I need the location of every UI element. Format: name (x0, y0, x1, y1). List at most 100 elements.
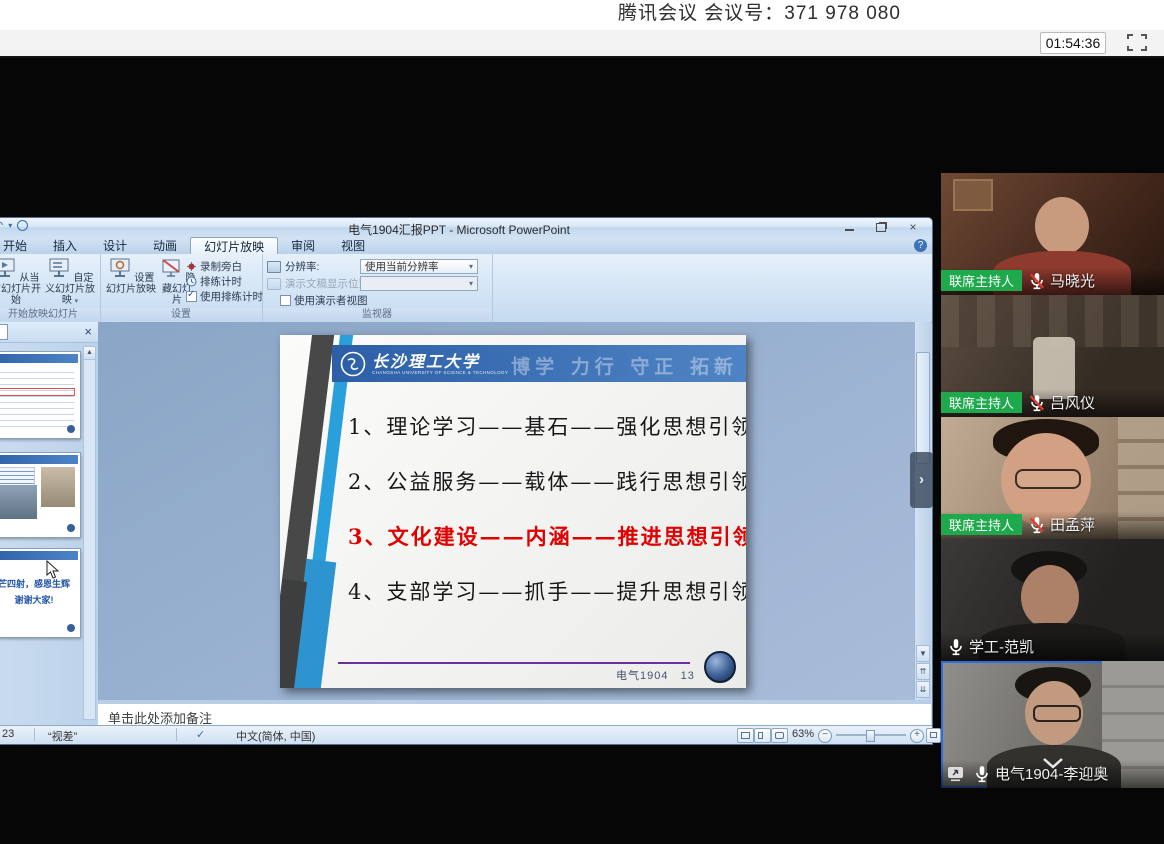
zoom-slider-thumb[interactable] (866, 730, 875, 742)
record-narration-button[interactable]: 录制旁白 (186, 259, 242, 274)
participant-video-1[interactable]: 联席主持人 马晓光 (941, 173, 1164, 295)
panel-close-button[interactable]: × (84, 324, 92, 339)
university-name-cn: 长沙理工大学 (372, 353, 508, 370)
slide-line-1: 1、理论学习——基石——强化思想引领 (348, 411, 738, 441)
participant-name-bar: 联席主持人 吕风仪 (941, 389, 1164, 417)
show-on-label: 演示文稿显示位置: (285, 276, 372, 291)
slide-editing-area: 长沙理工大学 CHANGSHA UNIVERSITY OF SCIENCE & … (98, 322, 915, 700)
participant-silhouette (1015, 469, 1081, 489)
panel-scrollbar[interactable]: ▲ (83, 346, 96, 720)
close-button[interactable]: × (902, 220, 924, 234)
minimize-button[interactable] (838, 220, 860, 234)
tab-insert[interactable]: 插入 (40, 237, 90, 254)
tab-review[interactable]: 审阅 (278, 237, 328, 254)
zoom-in-button[interactable]: + (910, 729, 924, 743)
custom-slideshow-icon (47, 257, 71, 279)
thumb-title-bar (0, 354, 78, 363)
help-button[interactable]: ? (914, 239, 927, 252)
normal-view-button[interactable] (737, 728, 754, 743)
custom-slideshow-button[interactable]: 自定义幻灯片放映 ▾ (44, 257, 96, 307)
checkbox-unchecked-icon (280, 295, 291, 306)
presenter-view-checkbox[interactable]: 使用演示者视图 (280, 293, 368, 308)
participant-name-bar: 电气1904-李迎奥 (941, 760, 1164, 788)
dropdown-icon: ▾ (75, 298, 79, 305)
powerpoint-window: ↶ ▾ 电气1904汇报PPT - Microsoft PowerPoint ×… (0, 218, 932, 744)
notes-input[interactable]: 单击此处添加备注 (98, 700, 931, 726)
next-slide-button[interactable]: ⇊ (916, 681, 930, 698)
thumb-logo-icon (67, 624, 75, 632)
tab-slideshow[interactable]: 幻灯片放映 (190, 237, 278, 254)
tab-home[interactable]: 开始 (0, 237, 40, 254)
participant-name: 学工-范凯 (969, 636, 1034, 657)
participant-name: 吕风仪 (1050, 392, 1095, 413)
dropdown-arrow-icon: ▾ (469, 262, 473, 271)
window-title: 电气1904汇报PPT - Microsoft PowerPoint (0, 221, 932, 238)
scroll-down-icon[interactable]: ▼ (916, 645, 930, 662)
from-current-slide-button[interactable]: 从当前幻灯片开始 (0, 257, 42, 306)
thumb-logo-icon (67, 524, 75, 532)
theme-name: “视差” (48, 728, 77, 744)
fullscreen-button[interactable] (1126, 33, 1148, 52)
slide-thumbnail-3[interactable]: 芒四射，感恩生辉 谢谢大家! (0, 549, 80, 637)
thumb-photo (41, 467, 75, 507)
zoom-out-button[interactable]: − (818, 729, 832, 743)
language-status[interactable]: 中文(简体, 中国) (236, 728, 315, 744)
group-label: 监视器 (263, 308, 491, 321)
mic-icon (973, 765, 991, 783)
participant-name: 马晓光 (1050, 270, 1095, 291)
group-setup: 设置幻灯片放映 隐藏幻灯片 录制旁白 (100, 254, 263, 322)
slide-page-number: 13 (681, 670, 695, 682)
slide-footer: 电气1904 13 (616, 667, 695, 683)
window-controls: × (838, 220, 924, 234)
status-bar: 23 “视差” ✓ 中文(简体, 中国) 63% − + (0, 725, 932, 744)
tab-design[interactable]: 设计 (90, 237, 140, 254)
group-label: 设置 (101, 308, 261, 321)
rehearse-timings-button[interactable]: 排练计时 (186, 274, 242, 289)
scroll-up-icon[interactable]: ▲ (84, 347, 95, 360)
use-timings-checkbox[interactable]: 使用排练计时 (186, 289, 263, 304)
zoom-slider[interactable] (836, 734, 906, 736)
setup-slideshow-icon (108, 257, 132, 279)
ribbon: 从当前幻灯片开始 自定义幻灯片放映 ▾ 开始放映幻灯片 (0, 254, 932, 323)
slide-sorter-view-button[interactable] (754, 728, 771, 743)
tab-view[interactable]: 视图 (328, 237, 378, 254)
participant-name-bar: 学工-范凯 (941, 633, 1164, 661)
restore-icon (876, 223, 886, 232)
slide-thumbnail-2[interactable] (0, 453, 80, 537)
slide-scrollbar[interactable]: ▼ ⇈ ⇊ (914, 322, 931, 700)
resolution-dropdown[interactable]: 使用当前分辨率 ▾ (360, 259, 478, 274)
mic-icon (947, 638, 965, 656)
restore-button[interactable] (870, 220, 892, 234)
mic-muted-icon (1028, 394, 1046, 412)
expand-panel-button[interactable]: › (910, 452, 933, 508)
show-on-dropdown: ▾ (360, 276, 478, 291)
show-on-row: 演示文稿显示位置: (267, 276, 372, 291)
scrollbar-thumb[interactable] (916, 352, 930, 464)
divider (34, 728, 35, 741)
slide-canvas[interactable]: 长沙理工大学 CHANGSHA UNIVERSITY OF SCIENCE & … (280, 335, 746, 688)
slide-footer-class: 电气1904 (616, 670, 668, 682)
participant-video-4[interactable]: 学工-范凯 (941, 539, 1164, 661)
slideshow-view-button[interactable] (771, 728, 788, 743)
slide-line-3: 3、文化建设——内涵——推进思想引领 (348, 521, 738, 551)
university-name-en: CHANGSHA UNIVERSITY OF SCIENCE & TECHNOL… (372, 370, 508, 375)
thumb-photo (0, 485, 37, 519)
ribbon-tabs: 开始 插入 设计 动画 幻灯片放映 审阅 视图 ? (0, 237, 932, 254)
participant-name-bar: 联席主持人 田孟萍 (941, 511, 1164, 539)
participant-video-2[interactable]: 联席主持人 吕风仪 (941, 295, 1164, 417)
mic-muted-icon (1028, 516, 1046, 534)
fit-to-window-button[interactable] (926, 728, 941, 743)
setup-slideshow-button[interactable]: 设置幻灯片放映 (106, 257, 156, 295)
slides-panel: × 芒四射，感恩生辉 谢谢大家! ▲ (0, 322, 98, 726)
slides-tab-icon[interactable] (0, 324, 8, 340)
group-label: 开始放映幻灯片 (0, 308, 99, 321)
window-titlebar: ↶ ▾ 电气1904汇报PPT - Microsoft PowerPoint × (0, 218, 932, 237)
participant-video-5[interactable]: 电气1904-李迎奥 (941, 661, 1164, 788)
slide-thumbnail-1[interactable] (0, 352, 80, 438)
previous-slide-button[interactable]: ⇈ (916, 663, 930, 680)
screen-sharing-icon (947, 766, 967, 782)
participant-video-3[interactable]: 联席主持人 田孟萍 (941, 417, 1164, 539)
thumb-table (0, 367, 74, 428)
spell-check-icon[interactable]: ✓ (196, 728, 205, 741)
tab-animations[interactable]: 动画 (140, 237, 190, 254)
